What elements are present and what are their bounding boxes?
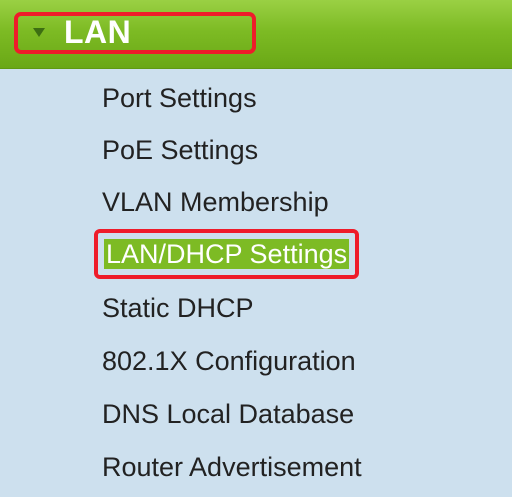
lan-section-header[interactable]: LAN [0,0,512,69]
menu-item-label: Router Advertisement [102,452,362,482]
menu-item-lan-dhcp-settings[interactable]: LAN/DHCP Settings [94,229,360,279]
menu-item-label: Port Settings [102,83,257,113]
menu-item-router-advertisement[interactable]: Router Advertisement [102,451,362,483]
caret-down-icon[interactable] [33,28,45,37]
menu-item-label: PoE Settings [102,135,259,165]
menu-item-label: DNS Local Database [102,399,355,429]
lan-header-highlight [14,12,256,54]
menu-item-label: LAN/DHCP Settings [104,239,350,269]
menu-item-label: VLAN Membership [102,187,329,217]
menu-item-8021x-configuration[interactable]: 802.1X Configuration [102,345,356,377]
menu-item-poe-settings[interactable]: PoE Settings [102,134,258,166]
menu-item-dns-local-database[interactable]: DNS Local Database [102,398,354,430]
lan-section-title: LAN [64,14,132,50]
menu-item-vlan-membership[interactable]: VLAN Membership [102,186,329,218]
lan-navigation-panel: LAN Port Settings PoE Settings VLAN Memb… [0,0,512,497]
menu-item-port-settings[interactable]: Port Settings [102,82,257,114]
menu-item-label: Static DHCP [102,293,254,323]
menu-item-label: 802.1X Configuration [102,346,356,376]
menu-item-static-dhcp[interactable]: Static DHCP [102,292,254,324]
